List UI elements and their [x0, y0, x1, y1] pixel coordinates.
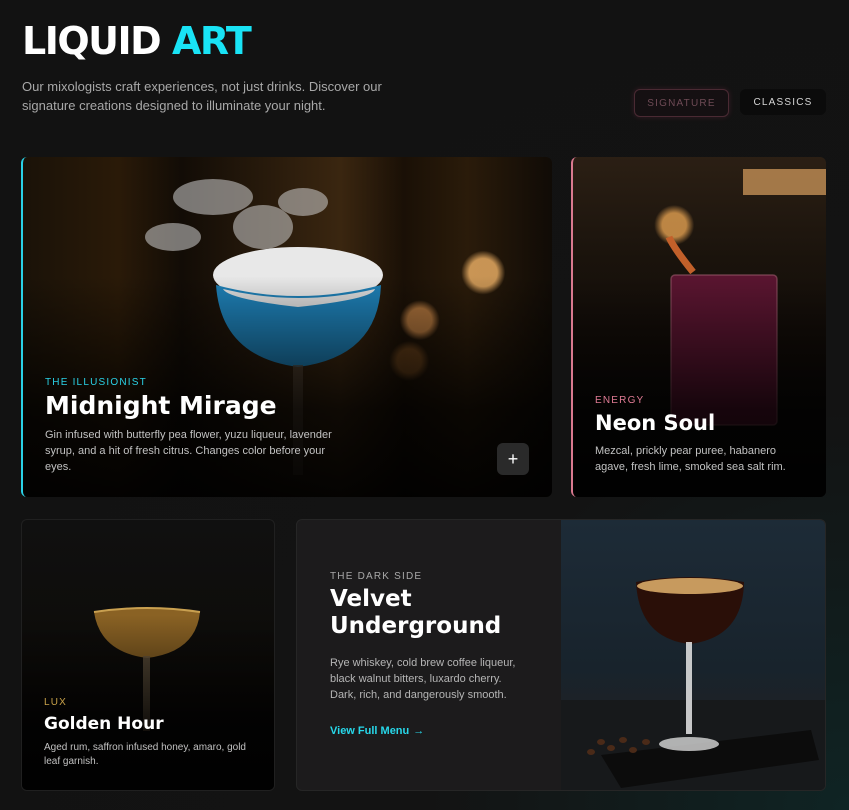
card-description: Aged rum, saffron infused honey, amaro, …	[44, 742, 246, 767]
logo-word-art: ART	[171, 19, 252, 63]
card-eyebrow: ENERGY	[595, 395, 645, 406]
intro-text: Our mixologists craft experiences, not j…	[22, 79, 382, 113]
card-eyebrow: THE DARK SIDE	[330, 571, 423, 582]
card-velvet-underground[interactable]: THE DARK SIDE Velvet Underground Rye whi…	[296, 519, 826, 791]
card-title: Golden Hour	[44, 714, 164, 734]
card-title-line-2: Underground	[330, 613, 502, 639]
tab-classics[interactable]: CLASSICS	[740, 89, 826, 115]
card-eyebrow: THE ILLUSIONIST	[45, 377, 147, 388]
tab-signature[interactable]: SIGNATURE	[634, 89, 729, 117]
card-neon-soul[interactable]: ENERGY Neon Soul Mezcal, prickly pear pu…	[571, 157, 826, 497]
card-description: Mezcal, prickly pear puree, habanero aga…	[595, 445, 786, 473]
logo: LIQUID ART	[22, 18, 252, 64]
add-button[interactable]: +	[497, 443, 529, 475]
card-title-line-1: Velvet	[330, 586, 412, 612]
view-full-menu-label: View Full Menu	[330, 725, 410, 737]
card-golden-hour[interactable]: LUX Golden Hour Aged rum, saffron infuse…	[21, 519, 275, 791]
logo-word-liquid: LIQUID	[22, 19, 162, 63]
card-midnight-mirage[interactable]: THE ILLUSIONIST Midnight Mirage Gin infu…	[21, 157, 552, 497]
card-description: Rye whiskey, cold brew coffee liqueur, b…	[330, 657, 516, 701]
card-eyebrow: LUX	[44, 697, 68, 708]
view-full-menu-link[interactable]: View Full Menu →	[330, 725, 424, 737]
card-title: Midnight Mirage	[45, 391, 277, 420]
cocktail-image-velvet-underground	[561, 520, 825, 790]
arrow-right-icon: →	[413, 725, 425, 737]
card-title: Velvet Underground	[330, 586, 501, 640]
card-title: Neon Soul	[595, 411, 716, 435]
card-description: Gin infused with butterfly pea flower, y…	[45, 429, 332, 473]
